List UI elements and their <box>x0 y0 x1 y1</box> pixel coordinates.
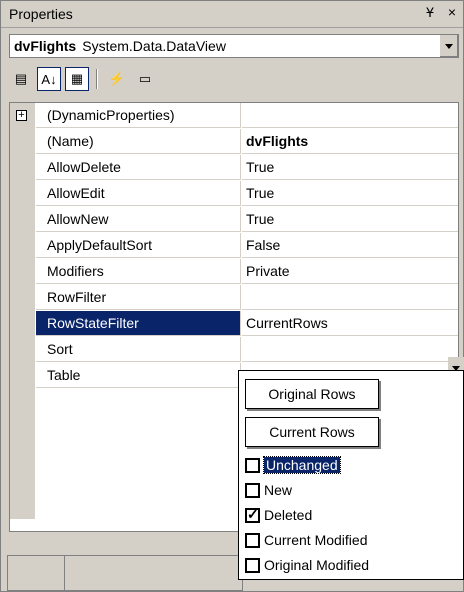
row-gutter <box>10 233 35 259</box>
property-name: RowStateFilter <box>36 311 241 336</box>
property-value[interactable] <box>242 337 458 362</box>
properties-toolbar: ▤ A↓ ▦ ⚡ ▭ <box>9 64 157 94</box>
property-value[interactable]: False <box>242 233 458 258</box>
property-name: AllowNew <box>36 207 241 232</box>
rowstate-filter-dropdown: Original Rows Current Rows Unchanged New Del… <box>238 370 464 580</box>
property-name: ApplyDefaultSort <box>36 233 241 258</box>
row-gutter <box>10 129 35 155</box>
row-gutter <box>10 363 35 389</box>
properties-icon[interactable]: ▦ <box>65 67 89 91</box>
row-gutter <box>10 155 35 181</box>
property-value[interactable]: True <box>242 181 458 206</box>
property-name: (Name) <box>36 129 241 154</box>
alphabetical-icon[interactable]: A↓ <box>37 67 61 91</box>
toolbar-separator <box>96 69 98 89</box>
property-name: AllowEdit <box>36 181 241 206</box>
filter-option-label: Unchanged <box>263 456 341 474</box>
property-value[interactable]: Private <box>242 259 458 284</box>
row-gutter <box>10 311 35 337</box>
checkbox[interactable] <box>245 457 260 473</box>
filter-option[interactable]: Original Modified <box>245 554 369 576</box>
filter-option[interactable]: Unchanged <box>245 454 341 476</box>
object-type: System.Data.DataView <box>82 38 226 54</box>
row-gutter <box>10 207 35 233</box>
property-value[interactable]: dvFlights <box>242 129 458 154</box>
property-row[interactable]: AllowNew True <box>10 207 458 233</box>
property-row[interactable]: Sort <box>10 337 458 363</box>
filter-option[interactable]: New <box>245 479 292 501</box>
property-name: Table <box>36 363 241 388</box>
property-name: RowFilter <box>36 285 241 310</box>
row-gutter <box>10 337 35 363</box>
checkbox[interactable] <box>245 506 260 523</box>
expand-icon[interactable]: + <box>16 110 27 121</box>
property-row[interactable]: ApplyDefaultSort False <box>10 233 458 259</box>
object-name: dvFlights <box>14 38 77 54</box>
property-value[interactable]: CurrentRows <box>242 311 458 336</box>
property-name: AllowDelete <box>36 155 241 180</box>
property-value[interactable]: True <box>242 155 458 180</box>
events-icon[interactable]: ⚡ <box>105 67 129 91</box>
checkbox[interactable] <box>245 482 260 498</box>
filter-option-label: Original Modified <box>264 557 370 573</box>
row-gutter <box>10 285 35 311</box>
pin-icon[interactable]: Ұ <box>423 4 437 20</box>
row-gutter: + <box>10 103 35 129</box>
property-value[interactable]: True <box>242 207 458 232</box>
checkbox[interactable] <box>245 557 260 573</box>
title-bar: Properties Ұ × <box>1 1 463 28</box>
chevron-down-icon[interactable] <box>439 35 458 57</box>
filter-option-label: Deleted <box>264 507 313 523</box>
description-pane <box>7 555 243 592</box>
property-row[interactable]: Modifiers Private <box>10 259 458 285</box>
property-row[interactable]: (Name) dvFlights <box>10 129 458 155</box>
checkbox[interactable] <box>245 532 260 548</box>
property-name: Modifiers <box>36 259 241 284</box>
categorized-icon[interactable]: ▤ <box>9 67 33 91</box>
property-row[interactable]: AllowEdit True <box>10 181 458 207</box>
filter-option[interactable]: Deleted <box>245 504 312 526</box>
property-row[interactable]: RowFilter <box>10 285 458 311</box>
original-rows-button[interactable]: Original Rows <box>245 379 379 409</box>
current-rows-button[interactable]: Current Rows <box>245 417 379 447</box>
property-row[interactable]: AllowDelete True <box>10 155 458 181</box>
property-value[interactable] <box>242 103 458 128</box>
row-gutter <box>10 259 35 285</box>
property-name: Sort <box>36 337 241 362</box>
property-name: (DynamicProperties) <box>36 103 241 128</box>
window-title: Properties <box>9 6 73 22</box>
filter-option-label: Current Modified <box>264 532 368 548</box>
object-selector[interactable]: dvFlights System.Data.DataView <box>9 34 459 58</box>
property-row[interactable]: + (DynamicProperties) <box>10 103 458 129</box>
property-row[interactable]: RowStateFilter CurrentRows <box>10 311 458 337</box>
property-pages-icon[interactable]: ▭ <box>133 67 157 91</box>
close-icon[interactable]: × <box>445 4 459 20</box>
property-value[interactable] <box>242 285 458 310</box>
row-gutter <box>10 181 35 207</box>
filter-option[interactable]: Current Modified <box>245 529 368 551</box>
filter-option-label: New <box>264 482 293 498</box>
